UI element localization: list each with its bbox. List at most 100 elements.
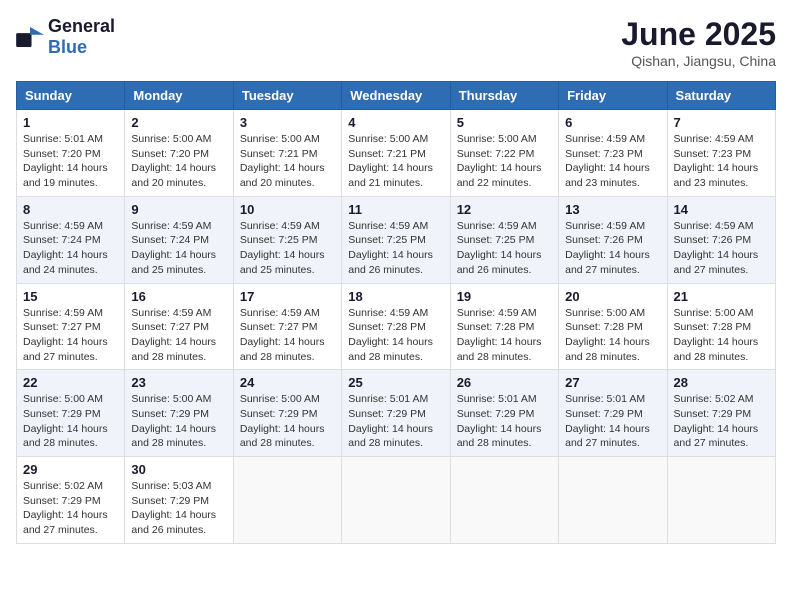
title-area: June 2025 Qishan, Jiangsu, China bbox=[621, 16, 776, 69]
day-number: 2 bbox=[131, 115, 226, 130]
day-info: Sunrise: 4:59 AM Sunset: 7:23 PM Dayligh… bbox=[674, 132, 769, 191]
logo-blue-text: Blue bbox=[48, 37, 87, 57]
logo-general-text: General bbox=[48, 16, 115, 36]
day-info: Sunrise: 4:59 AM Sunset: 7:25 PM Dayligh… bbox=[240, 219, 335, 278]
calendar-cell: 28 Sunrise: 5:02 AM Sunset: 7:29 PM Dayli… bbox=[667, 370, 775, 457]
day-number: 20 bbox=[565, 289, 660, 304]
day-number: 19 bbox=[457, 289, 552, 304]
day-number: 30 bbox=[131, 462, 226, 477]
day-info: Sunrise: 4:59 AM Sunset: 7:24 PM Dayligh… bbox=[23, 219, 118, 278]
col-header-friday: Friday bbox=[559, 82, 667, 110]
calendar-cell: 13Sunrise: 4:59 AM Sunset: 7:26 PM Dayli… bbox=[559, 196, 667, 283]
generalblue-logo-icon bbox=[16, 27, 44, 47]
day-info: Sunrise: 4:59 AM Sunset: 7:27 PM Dayligh… bbox=[131, 306, 226, 365]
col-header-tuesday: Tuesday bbox=[233, 82, 341, 110]
day-number: 16 bbox=[131, 289, 226, 304]
calendar-week-row: 22Sunrise: 5:00 AM Sunset: 7:29 PM Dayli… bbox=[17, 370, 776, 457]
day-number: 15 bbox=[23, 289, 118, 304]
col-header-monday: Monday bbox=[125, 82, 233, 110]
day-info: Sunrise: 5:03 AM Sunset: 7:29 PM Dayligh… bbox=[131, 479, 226, 538]
day-info: Sunrise: 5:01 AM Sunset: 7:20 PM Dayligh… bbox=[23, 132, 118, 191]
calendar-subtitle: Qishan, Jiangsu, China bbox=[621, 53, 776, 69]
logo: General Blue bbox=[16, 16, 115, 58]
day-number: 6 bbox=[565, 115, 660, 130]
calendar-cell: 23 Sunrise: 5:00 AM Sunset: 7:29 PM Dayli… bbox=[125, 370, 233, 457]
day-number: 21 bbox=[674, 289, 769, 304]
day-info: Sunrise: 4:59 AM Sunset: 7:24 PM Dayligh… bbox=[131, 219, 226, 278]
calendar-cell: 24 Sunrise: 5:00 AM Sunset: 7:29 PM Dayli… bbox=[233, 370, 341, 457]
calendar-cell: 5 Sunrise: 5:00 AM Sunset: 7:22 PM Daylig… bbox=[450, 110, 558, 197]
calendar-cell: 4 Sunrise: 5:00 AM Sunset: 7:21 PM Daylig… bbox=[342, 110, 450, 197]
day-number: 18 bbox=[348, 289, 443, 304]
calendar-cell bbox=[233, 457, 341, 544]
day-info: Sunrise: 4:59 AM Sunset: 7:27 PM Dayligh… bbox=[240, 306, 335, 365]
calendar-table: Sunday Monday Tuesday Wednesday Thursday… bbox=[16, 81, 776, 544]
day-info: Sunrise: 5:00 AM Sunset: 7:28 PM Dayligh… bbox=[565, 306, 660, 365]
calendar-cell: 27 Sunrise: 5:01 AM Sunset: 7:29 PM Dayli… bbox=[559, 370, 667, 457]
calendar-cell: 8 Sunrise: 4:59 AM Sunset: 7:24 PM Daylig… bbox=[17, 196, 125, 283]
col-header-thursday: Thursday bbox=[450, 82, 558, 110]
calendar-cell: 9 Sunrise: 4:59 AM Sunset: 7:24 PM Daylig… bbox=[125, 196, 233, 283]
day-info: Sunrise: 5:00 AM Sunset: 7:22 PM Dayligh… bbox=[457, 132, 552, 191]
calendar-week-row: 1 Sunrise: 5:01 AM Sunset: 7:20 PM Daylig… bbox=[17, 110, 776, 197]
day-info: Sunrise: 4:59 AM Sunset: 7:26 PM Dayligh… bbox=[565, 219, 660, 278]
calendar-cell: 22Sunrise: 5:00 AM Sunset: 7:29 PM Dayli… bbox=[17, 370, 125, 457]
calendar-cell: 14 Sunrise: 4:59 AM Sunset: 7:26 PM Dayli… bbox=[667, 196, 775, 283]
day-number: 1 bbox=[23, 115, 118, 130]
calendar-cell: 7 Sunrise: 4:59 AM Sunset: 7:23 PM Daylig… bbox=[667, 110, 775, 197]
day-number: 5 bbox=[457, 115, 552, 130]
day-number: 11 bbox=[348, 202, 443, 217]
day-info: Sunrise: 5:00 AM Sunset: 7:29 PM Dayligh… bbox=[23, 392, 118, 451]
calendar-cell: 11 Sunrise: 4:59 AM Sunset: 7:25 PM Dayli… bbox=[342, 196, 450, 283]
day-info: Sunrise: 4:59 AM Sunset: 7:27 PM Dayligh… bbox=[23, 306, 118, 365]
day-number: 24 bbox=[240, 375, 335, 390]
day-number: 10 bbox=[240, 202, 335, 217]
day-info: Sunrise: 5:00 AM Sunset: 7:21 PM Dayligh… bbox=[348, 132, 443, 191]
calendar-cell bbox=[450, 457, 558, 544]
day-number: 9 bbox=[131, 202, 226, 217]
calendar-week-row: 8 Sunrise: 4:59 AM Sunset: 7:24 PM Daylig… bbox=[17, 196, 776, 283]
day-number: 26 bbox=[457, 375, 552, 390]
day-info: Sunrise: 4:59 AM Sunset: 7:25 PM Dayligh… bbox=[348, 219, 443, 278]
day-info: Sunrise: 4:59 AM Sunset: 7:28 PM Dayligh… bbox=[457, 306, 552, 365]
calendar-cell: 19 Sunrise: 4:59 AM Sunset: 7:28 PM Dayli… bbox=[450, 283, 558, 370]
calendar-cell: 17Sunrise: 4:59 AM Sunset: 7:27 PM Dayli… bbox=[233, 283, 341, 370]
calendar-cell: 2Sunrise: 5:00 AM Sunset: 7:20 PM Daylig… bbox=[125, 110, 233, 197]
calendar-week-row: 29 Sunrise: 5:02 AM Sunset: 7:29 PM Dayli… bbox=[17, 457, 776, 544]
day-number: 14 bbox=[674, 202, 769, 217]
day-info: Sunrise: 5:01 AM Sunset: 7:29 PM Dayligh… bbox=[348, 392, 443, 451]
day-info: Sunrise: 5:00 AM Sunset: 7:29 PM Dayligh… bbox=[131, 392, 226, 451]
page-header: General Blue June 2025 Qishan, Jiangsu, … bbox=[16, 16, 776, 69]
day-number: 3 bbox=[240, 115, 335, 130]
calendar-cell: 20 Sunrise: 5:00 AM Sunset: 7:28 PM Dayli… bbox=[559, 283, 667, 370]
day-info: Sunrise: 5:00 AM Sunset: 7:29 PM Dayligh… bbox=[240, 392, 335, 451]
calendar-cell: 21 Sunrise: 5:00 AM Sunset: 7:28 PM Dayli… bbox=[667, 283, 775, 370]
day-number: 25 bbox=[348, 375, 443, 390]
day-info: Sunrise: 4:59 AM Sunset: 7:25 PM Dayligh… bbox=[457, 219, 552, 278]
calendar-cell bbox=[342, 457, 450, 544]
day-info: Sunrise: 5:01 AM Sunset: 7:29 PM Dayligh… bbox=[565, 392, 660, 451]
day-info: Sunrise: 5:02 AM Sunset: 7:29 PM Dayligh… bbox=[23, 479, 118, 538]
calendar-cell: 25 Sunrise: 5:01 AM Sunset: 7:29 PM Dayli… bbox=[342, 370, 450, 457]
day-number: 29 bbox=[23, 462, 118, 477]
day-info: Sunrise: 4:59 AM Sunset: 7:23 PM Dayligh… bbox=[565, 132, 660, 191]
day-number: 28 bbox=[674, 375, 769, 390]
day-info: Sunrise: 4:59 AM Sunset: 7:26 PM Dayligh… bbox=[674, 219, 769, 278]
calendar-title: June 2025 bbox=[621, 16, 776, 53]
day-number: 23 bbox=[131, 375, 226, 390]
day-number: 8 bbox=[23, 202, 118, 217]
calendar-cell: 6 Sunrise: 4:59 AM Sunset: 7:23 PM Daylig… bbox=[559, 110, 667, 197]
day-number: 7 bbox=[674, 115, 769, 130]
day-info: Sunrise: 5:02 AM Sunset: 7:29 PM Dayligh… bbox=[674, 392, 769, 451]
calendar-cell: 26Sunrise: 5:01 AM Sunset: 7:29 PM Dayli… bbox=[450, 370, 558, 457]
calendar-cell: 15 Sunrise: 4:59 AM Sunset: 7:27 PM Dayli… bbox=[17, 283, 125, 370]
day-info: Sunrise: 5:00 AM Sunset: 7:28 PM Dayligh… bbox=[674, 306, 769, 365]
day-number: 4 bbox=[348, 115, 443, 130]
calendar-cell: 18Sunrise: 4:59 AM Sunset: 7:28 PM Dayli… bbox=[342, 283, 450, 370]
calendar-week-row: 15 Sunrise: 4:59 AM Sunset: 7:27 PM Dayli… bbox=[17, 283, 776, 370]
calendar-cell bbox=[559, 457, 667, 544]
col-header-wednesday: Wednesday bbox=[342, 82, 450, 110]
calendar-cell: 10 Sunrise: 4:59 AM Sunset: 7:25 PM Dayli… bbox=[233, 196, 341, 283]
day-number: 27 bbox=[565, 375, 660, 390]
calendar-header-row: Sunday Monday Tuesday Wednesday Thursday… bbox=[17, 82, 776, 110]
